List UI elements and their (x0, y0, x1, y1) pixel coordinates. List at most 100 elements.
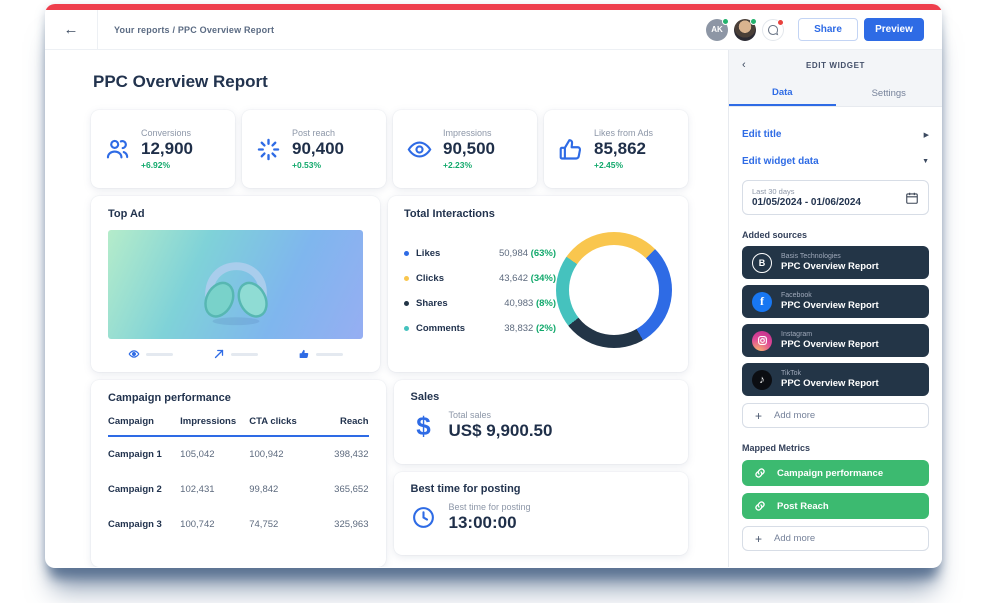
table-row: Campaign 1 105,042 100,942 398,432 (108, 437, 369, 472)
ad-likes-stat (298, 348, 343, 360)
thumbs-up-icon (557, 136, 584, 163)
sales-widget[interactable]: Sales $ Total sales US$ 9,900.50 (394, 380, 689, 464)
link-icon (754, 500, 766, 512)
cell: 325,963 (315, 519, 368, 530)
avatar-photo[interactable] (734, 19, 756, 41)
metric-delta: +2.45% (594, 160, 653, 170)
placeholder-line (316, 353, 343, 356)
panel-back-chevron-icon[interactable]: ‹ (742, 59, 746, 71)
widget-title: Top Ad (108, 208, 363, 220)
chevron-down-icon: ▼ (922, 158, 929, 165)
panel-header: ‹ EDIT WIDGET (729, 50, 942, 80)
cell: 100,742 (180, 519, 249, 530)
mapped-metric-label: Campaign performance (777, 468, 883, 479)
metric-delta: +2.23% (443, 160, 495, 170)
back-button[interactable]: ← (45, 10, 98, 49)
mapped-metric-campaign-performance[interactable]: Campaign performance (742, 460, 929, 486)
legend-value: 50,984 (63%) (499, 248, 556, 259)
tab-settings[interactable]: Settings (836, 80, 943, 106)
sales-kpi: $ Total sales US$ 9,900.50 (411, 410, 672, 441)
breadcrumb[interactable]: Your reports / PPC Overview Report (114, 25, 274, 35)
legend-item-comments: Comments 38,832 (2%) (404, 323, 556, 334)
row-2: Top Ad (91, 196, 688, 372)
source-card-tiktok[interactable]: ♪ TikTok PPC Overview Report (742, 363, 929, 396)
row-3: Campaign performance Campaign Impression… (91, 380, 688, 567)
column-header: Impressions (180, 416, 249, 427)
preview-button[interactable]: Preview (864, 18, 924, 41)
metric-card-conversions[interactable]: Conversions 12,900 +6.92% (91, 110, 235, 188)
kpi-text: Best time for posting 13:00:00 (449, 502, 531, 533)
best-time-widget[interactable]: Best time for posting Best time for post… (394, 472, 689, 555)
thumbs-up-icon (298, 348, 310, 360)
donut-chart (556, 232, 672, 348)
source-text: Basis Technologies PPC Overview Report (781, 253, 879, 272)
avatar-initials[interactable]: AK (706, 19, 728, 41)
metric-card-likes-from-ads[interactable]: Likes from Ads 85,862 +2.45% (544, 110, 688, 188)
page-title: PPC Overview Report (93, 72, 688, 92)
mapped-metric-post-reach[interactable]: Post Reach (742, 493, 929, 519)
calendar-icon (905, 191, 919, 205)
top-ad-widget[interactable]: Top Ad (91, 196, 380, 372)
edit-widget-data-row[interactable]: Edit widget data ▼ (742, 156, 929, 167)
interactions-body: Likes 50,984 (63%) Clicks 43,642 (34%) (404, 220, 672, 360)
report-canvas: PPC Overview Report Conversions 12,900 +… (45, 50, 728, 567)
panel-body: Edit title ▶ Edit widget data ▼ Last 30 … (729, 107, 942, 551)
chat-bubble-icon (767, 24, 779, 36)
metric-value: 90,400 (292, 140, 344, 158)
tab-data[interactable]: Data (729, 80, 836, 106)
metric-delta: +6.92% (141, 160, 193, 170)
plus-icon: + (755, 532, 762, 546)
metric-value: 12,900 (141, 140, 193, 158)
top-bar: ← Your reports / PPC Overview Report AK … (45, 10, 942, 50)
ad-creative-image (108, 230, 363, 339)
campaign-performance-widget[interactable]: Campaign performance Campaign Impression… (91, 380, 386, 567)
facebook-icon: f (752, 292, 772, 312)
best-time-kpi: Best time for posting 13:00:00 (411, 502, 672, 533)
add-source-button[interactable]: + Add more (742, 403, 929, 428)
edit-title-row[interactable]: Edit title ▶ (742, 129, 929, 140)
topbar-actions: AK Share Preview (706, 18, 942, 41)
cell: 365,652 (315, 484, 368, 495)
source-text: Instagram PPC Overview Report (781, 331, 879, 350)
metric-value: 85,862 (594, 140, 653, 158)
source-card-instagram[interactable]: Instagram PPC Overview Report (742, 324, 929, 357)
source-report: PPC Overview Report (781, 300, 879, 311)
source-name: Basis Technologies (781, 253, 879, 260)
date-range-picker[interactable]: Last 30 days 01/05/2024 - 01/06/2024 (742, 180, 929, 215)
ad-views-stat (128, 348, 173, 360)
legend-label: Comments (416, 323, 465, 334)
date-range-text: Last 30 days 01/05/2024 - 01/06/2024 (752, 187, 861, 208)
source-card-basis[interactable]: B Basis Technologies PPC Overview Report (742, 246, 929, 279)
metric-card-impressions[interactable]: Impressions 90,500 +2.23% (393, 110, 537, 188)
edit-widget-data-label: Edit widget data (742, 156, 819, 167)
donut-chart-wrap (556, 232, 672, 348)
kpi-label: Best time for posting (449, 502, 531, 512)
kpi-value: 13:00:00 (449, 513, 531, 533)
add-metric-button[interactable]: + Add more (742, 526, 929, 551)
add-more-label: Add more (774, 533, 815, 544)
headphones-illustration (177, 239, 295, 331)
source-card-facebook[interactable]: f Facebook PPC Overview Report (742, 285, 929, 318)
metric-text: Conversions 12,900 +6.92% (141, 128, 193, 170)
arrow-up-right-icon (213, 348, 225, 360)
kpi-label: Total sales (449, 410, 553, 420)
cell: Campaign 2 (108, 484, 180, 495)
comments-button[interactable] (762, 19, 784, 41)
placeholder-line (231, 353, 258, 356)
app-window: ← Your reports / PPC Overview Report AK … (45, 4, 942, 568)
eye-icon (128, 348, 140, 360)
plus-icon: + (755, 409, 762, 423)
main-area: PPC Overview Report Conversions 12,900 +… (45, 50, 942, 567)
people-icon (104, 136, 131, 163)
total-interactions-widget[interactable]: Total Interactions Likes 50,984 (63%) (388, 196, 688, 372)
metric-text: Likes from Ads 85,862 +2.45% (594, 128, 653, 170)
widget-title: Best time for posting (411, 483, 672, 495)
metric-card-post-reach[interactable]: Post reach 90,400 +0.53% (242, 110, 386, 188)
tiktok-icon: ♪ (752, 370, 772, 390)
cell: 99,842 (249, 484, 315, 495)
legend-item-shares: Shares 40,983 (8%) (404, 298, 556, 309)
share-button[interactable]: Share (798, 18, 858, 41)
legend-label: Likes (416, 248, 440, 259)
instagram-icon (752, 331, 772, 351)
source-text: TikTok PPC Overview Report (781, 370, 879, 389)
